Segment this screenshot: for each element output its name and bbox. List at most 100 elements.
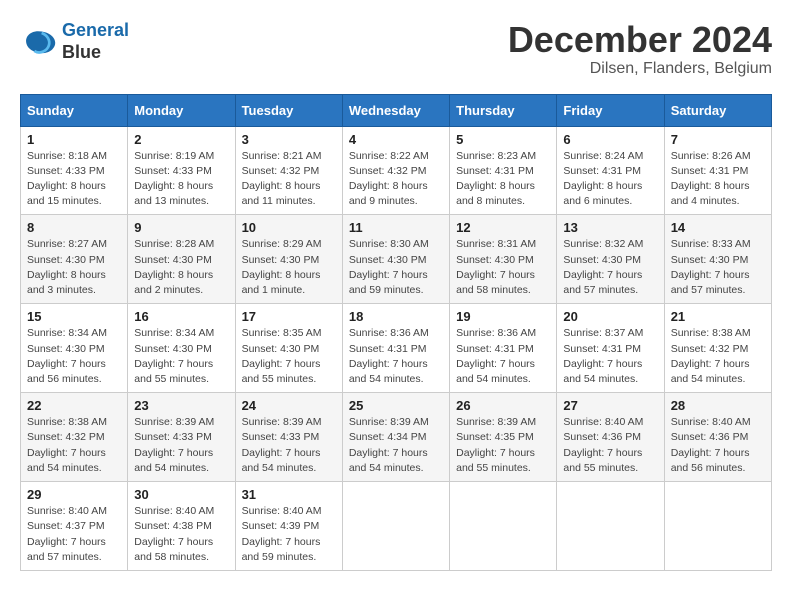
logo: General Blue [20,20,129,63]
calendar-cell: 8 Sunrise: 8:27 AMSunset: 4:30 PMDaylight… [21,215,128,304]
calendar-cell: 24 Sunrise: 8:39 AMSunset: 4:33 PMDayligh… [235,393,342,482]
calendar-cell [664,482,771,571]
calendar-cell: 16 Sunrise: 8:34 AMSunset: 4:30 PMDayligh… [128,304,235,393]
calendar-week-2: 8 Sunrise: 8:27 AMSunset: 4:30 PMDaylight… [21,215,772,304]
day-info: Sunrise: 8:40 AMSunset: 4:38 PMDaylight:… [134,504,228,565]
day-number: 8 [27,220,121,235]
day-info: Sunrise: 8:21 AMSunset: 4:32 PMDaylight:… [242,149,336,210]
calendar-cell: 22 Sunrise: 8:38 AMSunset: 4:32 PMDayligh… [21,393,128,482]
day-info: Sunrise: 8:40 AMSunset: 4:39 PMDaylight:… [242,504,336,565]
day-info: Sunrise: 8:22 AMSunset: 4:32 PMDaylight:… [349,149,443,210]
calendar-header-row: SundayMondayTuesdayWednesdayThursdayFrid… [21,94,772,126]
day-info: Sunrise: 8:38 AMSunset: 4:32 PMDaylight:… [27,415,121,476]
day-info: Sunrise: 8:28 AMSunset: 4:30 PMDaylight:… [134,237,228,298]
day-number: 3 [242,132,336,147]
calendar-header-friday: Friday [557,94,664,126]
day-info: Sunrise: 8:39 AMSunset: 4:34 PMDaylight:… [349,415,443,476]
subtitle: Dilsen, Flanders, Belgium [508,60,772,78]
calendar-header-thursday: Thursday [450,94,557,126]
day-info: Sunrise: 8:24 AMSunset: 4:31 PMDaylight:… [563,149,657,210]
day-number: 6 [563,132,657,147]
calendar-week-1: 1Sunrise: 8:18 AMSunset: 4:33 PMDaylight… [21,126,772,215]
calendar-header-tuesday: Tuesday [235,94,342,126]
calendar-week-3: 15 Sunrise: 8:34 AMSunset: 4:30 PMDayligh… [21,304,772,393]
day-number: 10 [242,220,336,235]
calendar-cell: 4 Sunrise: 8:22 AMSunset: 4:32 PMDaylight… [342,126,449,215]
calendar-cell [342,482,449,571]
calendar-cell: 30Sunrise: 8:40 AMSunset: 4:38 PMDayligh… [128,482,235,571]
day-number: 15 [27,309,121,324]
calendar-cell: 5Sunrise: 8:23 AMSunset: 4:31 PMDaylight… [450,126,557,215]
day-info: Sunrise: 8:32 AMSunset: 4:30 PMDaylight:… [563,237,657,298]
calendar-cell: 9 Sunrise: 8:28 AMSunset: 4:30 PMDaylight… [128,215,235,304]
day-number: 29 [27,487,121,502]
day-number: 12 [456,220,550,235]
calendar-week-5: 29 Sunrise: 8:40 AMSunset: 4:37 PMDayligh… [21,482,772,571]
day-number: 13 [563,220,657,235]
day-info: Sunrise: 8:38 AMSunset: 4:32 PMDaylight:… [671,326,765,387]
day-number: 9 [134,220,228,235]
calendar-cell: 10Sunrise: 8:29 AMSunset: 4:30 PMDayligh… [235,215,342,304]
calendar-cell [557,482,664,571]
day-number: 2 [134,132,228,147]
calendar-cell: 11 Sunrise: 8:30 AMSunset: 4:30 PMDayligh… [342,215,449,304]
day-info: Sunrise: 8:27 AMSunset: 4:30 PMDaylight:… [27,237,121,298]
day-info: Sunrise: 8:40 AMSunset: 4:36 PMDaylight:… [671,415,765,476]
day-number: 4 [349,132,443,147]
day-info: Sunrise: 8:40 AMSunset: 4:37 PMDaylight:… [27,504,121,565]
calendar-cell: 12 Sunrise: 8:31 AMSunset: 4:30 PMDayligh… [450,215,557,304]
day-info: Sunrise: 8:19 AMSunset: 4:33 PMDaylight:… [134,149,228,210]
day-info: Sunrise: 8:34 AMSunset: 4:30 PMDaylight:… [27,326,121,387]
calendar-cell: 26Sunrise: 8:39 AMSunset: 4:35 PMDayligh… [450,393,557,482]
day-info: Sunrise: 8:31 AMSunset: 4:30 PMDaylight:… [456,237,550,298]
calendar-cell [450,482,557,571]
logo-icon [20,24,56,60]
day-number: 31 [242,487,336,502]
calendar-cell: 28 Sunrise: 8:40 AMSunset: 4:36 PMDayligh… [664,393,771,482]
day-number: 21 [671,309,765,324]
calendar-cell: 2 Sunrise: 8:19 AMSunset: 4:33 PMDaylight… [128,126,235,215]
day-info: Sunrise: 8:34 AMSunset: 4:30 PMDaylight:… [134,326,228,387]
calendar-cell: 17 Sunrise: 8:35 AMSunset: 4:30 PMDayligh… [235,304,342,393]
day-number: 11 [349,220,443,235]
day-number: 16 [134,309,228,324]
day-info: Sunrise: 8:26 AMSunset: 4:31 PMDaylight:… [671,149,765,210]
header: General Blue December 2024 Dilsen, Fland… [20,20,772,78]
day-number: 22 [27,398,121,413]
day-number: 25 [349,398,443,413]
main-title: December 2024 [508,20,772,60]
day-info: Sunrise: 8:39 AMSunset: 4:33 PMDaylight:… [134,415,228,476]
calendar-header-sunday: Sunday [21,94,128,126]
calendar-cell: 23Sunrise: 8:39 AMSunset: 4:33 PMDayligh… [128,393,235,482]
day-number: 26 [456,398,550,413]
calendar-header-saturday: Saturday [664,94,771,126]
calendar-cell: 29 Sunrise: 8:40 AMSunset: 4:37 PMDayligh… [21,482,128,571]
calendar-cell: 7 Sunrise: 8:26 AMSunset: 4:31 PMDaylight… [664,126,771,215]
day-number: 19 [456,309,550,324]
day-info: Sunrise: 8:39 AMSunset: 4:33 PMDaylight:… [242,415,336,476]
calendar-body: 1Sunrise: 8:18 AMSunset: 4:33 PMDaylight… [21,126,772,570]
day-number: 14 [671,220,765,235]
day-number: 18 [349,309,443,324]
day-number: 1 [27,132,121,147]
day-info: Sunrise: 8:36 AMSunset: 4:31 PMDaylight:… [456,326,550,387]
day-number: 20 [563,309,657,324]
calendar-cell: 14Sunrise: 8:33 AMSunset: 4:30 PMDayligh… [664,215,771,304]
logo-text: General Blue [62,20,129,63]
calendar-cell: 15 Sunrise: 8:34 AMSunset: 4:30 PMDayligh… [21,304,128,393]
day-number: 5 [456,132,550,147]
calendar-header-monday: Monday [128,94,235,126]
calendar-cell: 31 Sunrise: 8:40 AMSunset: 4:39 PMDayligh… [235,482,342,571]
day-number: 7 [671,132,765,147]
day-info: Sunrise: 8:35 AMSunset: 4:30 PMDaylight:… [242,326,336,387]
day-info: Sunrise: 8:37 AMSunset: 4:31 PMDaylight:… [563,326,657,387]
calendar-week-4: 22 Sunrise: 8:38 AMSunset: 4:32 PMDayligh… [21,393,772,482]
calendar-cell: 3 Sunrise: 8:21 AMSunset: 4:32 PMDaylight… [235,126,342,215]
calendar-cell: 25 Sunrise: 8:39 AMSunset: 4:34 PMDayligh… [342,393,449,482]
calendar-cell: 21 Sunrise: 8:38 AMSunset: 4:32 PMDayligh… [664,304,771,393]
day-info: Sunrise: 8:30 AMSunset: 4:30 PMDaylight:… [349,237,443,298]
day-number: 17 [242,309,336,324]
calendar-header-wednesday: Wednesday [342,94,449,126]
day-number: 24 [242,398,336,413]
day-number: 28 [671,398,765,413]
